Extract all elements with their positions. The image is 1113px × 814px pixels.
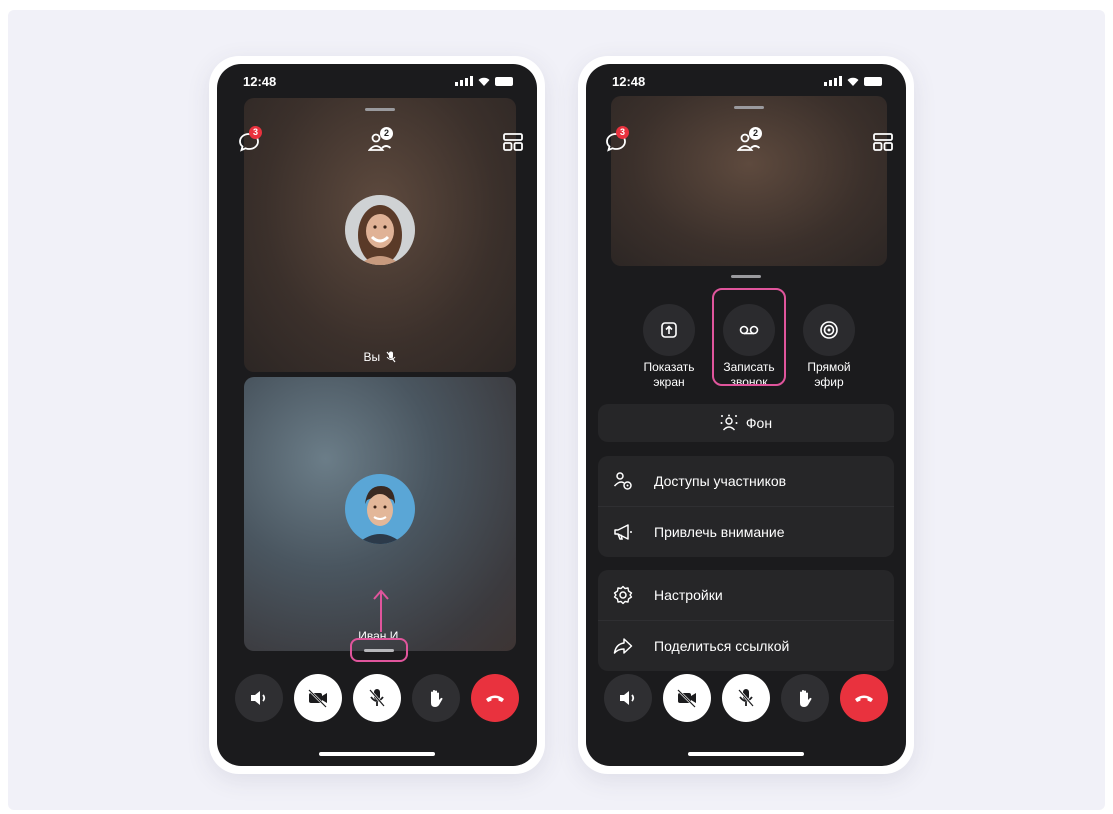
menu-item-participant-access[interactable]: Доступы участников xyxy=(598,456,894,506)
battery-icon xyxy=(864,76,882,86)
menu-item-label: Настройки xyxy=(654,587,723,603)
camera-off-icon xyxy=(308,689,327,708)
participants-access-icon xyxy=(613,472,632,490)
avatar-self xyxy=(345,195,415,265)
wifi-icon xyxy=(478,77,490,86)
camera-button[interactable] xyxy=(663,674,711,722)
menu-group-settings: Настройки Поделиться ссылкой xyxy=(598,570,894,671)
speaker-button[interactable] xyxy=(604,674,652,722)
background-label: Фон xyxy=(745,415,773,431)
mic-muted-icon xyxy=(387,351,396,363)
live-stream-label-2: эфир xyxy=(814,375,844,389)
raise-hand-button[interactable] xyxy=(781,674,829,722)
raise-hand-icon xyxy=(431,690,443,707)
share-screen-label-2: экран xyxy=(653,375,685,389)
microphone-button[interactable] xyxy=(722,674,770,722)
record-highlight-annotation xyxy=(712,288,786,386)
signal-icon xyxy=(455,76,473,86)
speaker-icon xyxy=(620,691,635,705)
drag-handle[interactable] xyxy=(365,108,395,111)
status-time: 12:48 xyxy=(612,74,646,89)
live-stream-button[interactable]: Прямой эфир xyxy=(794,304,864,390)
layout-button[interactable] xyxy=(871,130,895,154)
call-controls xyxy=(235,674,519,722)
background-button[interactable]: Фон xyxy=(598,404,894,442)
chat-badge: 3 xyxy=(249,126,262,139)
status-bar: 12:48 xyxy=(243,74,513,92)
menu-item-attract-attention[interactable]: Привлечь внимание xyxy=(598,506,894,557)
camera-off-icon xyxy=(677,689,696,708)
canvas xyxy=(8,10,1105,810)
wifi-icon xyxy=(847,77,859,86)
live-stream-icon xyxy=(820,321,838,339)
call-screen: 12:48 Вы 3 2 Иван И. xyxy=(217,64,537,766)
phone-right: 12:48 3 2 Показать экран Записать звонок… xyxy=(578,56,914,774)
menu-item-share-link[interactable]: Поделиться ссылкой xyxy=(598,620,894,671)
status-time: 12:48 xyxy=(243,74,277,89)
menu-item-label: Привлечь внимание xyxy=(654,524,785,540)
menu-item-label: Поделиться ссылкой xyxy=(654,638,790,654)
signal-icon xyxy=(824,76,842,86)
end-call-icon xyxy=(855,695,873,702)
menu-group-participants: Доступы участников Привлечь внимание xyxy=(598,456,894,557)
phone-left: 12:48 Вы 3 2 Иван И. xyxy=(209,56,545,774)
end-call-icon xyxy=(486,695,504,702)
status-bar: 12:48 xyxy=(612,74,882,92)
participants-badge: 2 xyxy=(749,127,762,140)
call-menu-screen: 12:48 3 2 Показать экран Записать звонок… xyxy=(586,64,906,766)
share-screen-button[interactable]: Показать экран xyxy=(634,304,704,390)
avatar-ivan xyxy=(345,474,415,544)
share-screen-label-1: Показать xyxy=(643,360,695,374)
call-controls xyxy=(604,674,888,722)
grid-layout-icon xyxy=(873,133,893,151)
participants-badge: 2 xyxy=(380,127,393,140)
raise-hand-icon xyxy=(800,690,812,707)
home-indicator xyxy=(688,752,804,756)
end-call-button[interactable] xyxy=(471,674,519,722)
battery-icon xyxy=(495,76,513,86)
end-call-button[interactable] xyxy=(840,674,888,722)
share-screen-icon xyxy=(661,322,677,338)
camera-button[interactable] xyxy=(294,674,342,722)
participants-button[interactable]: 2 xyxy=(736,127,762,154)
tile-label-self: Вы xyxy=(244,350,516,364)
background-blur-icon xyxy=(720,414,738,431)
layout-button[interactable] xyxy=(501,130,525,154)
chat-button[interactable]: 3 xyxy=(237,126,262,154)
microphone-button[interactable] xyxy=(353,674,401,722)
megaphone-icon xyxy=(614,524,632,540)
mic-off-icon xyxy=(369,689,385,707)
menu-item-label: Доступы участников xyxy=(654,473,787,489)
raise-hand-button[interactable] xyxy=(412,674,460,722)
home-indicator xyxy=(319,752,435,756)
expand-panel-handle[interactable] xyxy=(364,649,394,652)
speaker-icon xyxy=(251,691,266,705)
gear-icon xyxy=(613,585,633,605)
video-tile-self[interactable] xyxy=(611,96,887,266)
drag-handle[interactable] xyxy=(734,106,764,109)
handle-highlight-annotation xyxy=(350,638,408,662)
participants-button[interactable]: 2 xyxy=(367,127,393,154)
mic-off-icon xyxy=(738,689,754,707)
chat-badge: 3 xyxy=(616,126,629,139)
menu-handle[interactable] xyxy=(731,275,761,278)
menu-item-settings[interactable]: Настройки xyxy=(598,570,894,620)
share-icon xyxy=(613,638,633,654)
speaker-button[interactable] xyxy=(235,674,283,722)
chat-button[interactable]: 3 xyxy=(604,126,629,154)
grid-layout-icon xyxy=(503,133,523,151)
live-stream-label-1: Прямой xyxy=(807,360,851,374)
